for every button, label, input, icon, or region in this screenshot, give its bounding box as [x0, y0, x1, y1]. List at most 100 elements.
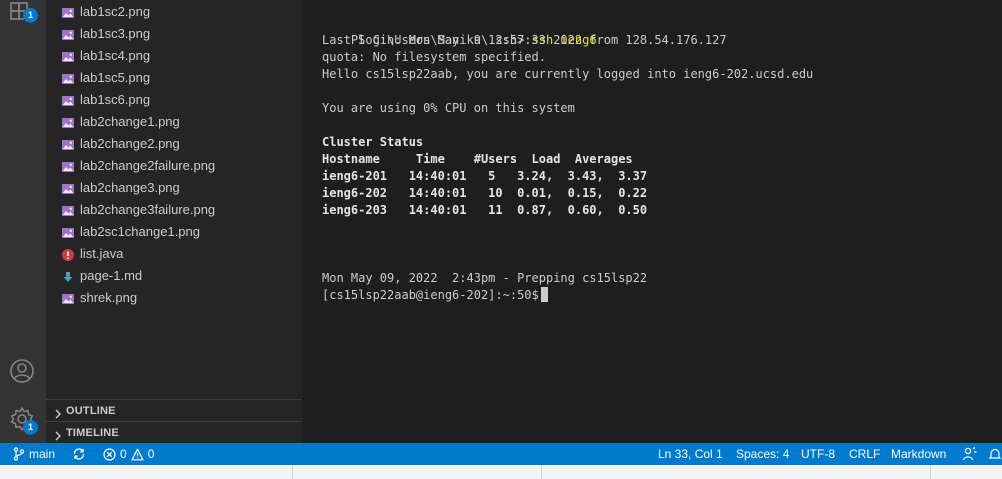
divider — [930, 465, 931, 479]
sync-button[interactable] — [72, 443, 90, 465]
file-item[interactable]: shrek.png — [46, 287, 302, 309]
file-item[interactable]: lab1sc3.png — [46, 23, 302, 45]
eol-setting[interactable]: CRLF — [849, 443, 880, 465]
notifications-button[interactable] — [988, 443, 1002, 465]
file-item[interactable]: list.java — [46, 243, 302, 265]
java-file-icon — [61, 247, 75, 261]
file-item[interactable]: lab2sc1change1.png — [46, 221, 302, 243]
error-icon — [103, 447, 116, 461]
divider — [292, 465, 293, 479]
terminal-line: ieng6-201 14:40:01 5 3.24, 3.43, 3.37 — [322, 168, 647, 185]
image-file-icon — [61, 5, 75, 19]
terminal-current-prompt: [cs15lsp22aab@ieng6-202]:~:50$ — [322, 287, 548, 304]
file-name: lab2change1.png — [80, 114, 180, 129]
file-item[interactable]: lab1sc4.png — [46, 45, 302, 67]
terminal-line-text: [cs15lsp22aab@ieng6-202]:~:50$ — [322, 288, 539, 302]
file-name: shrek.png — [80, 290, 138, 305]
terminal-line: ieng6-203 14:40:01 11 0.87, 0.60, 0.50 — [322, 202, 647, 219]
terminal-panel[interactable]: PS C:\Users\Sanika\.ssh> ssh ieng6 Last … — [302, 0, 1002, 443]
settings-badge: 1 — [23, 420, 38, 435]
image-file-icon — [61, 291, 75, 305]
extensions-badge: 1 — [23, 8, 38, 23]
cursor-position[interactable]: Ln 33, Col 1 — [658, 443, 723, 465]
terminal-line-text: Cluster Status — [322, 135, 424, 149]
file-item[interactable]: lab1sc6.png — [46, 89, 302, 111]
terminal-cursor — [540, 287, 548, 302]
file-name: lab1sc5.png — [80, 70, 151, 85]
file-name: list.java — [80, 246, 124, 261]
sync-icon — [73, 448, 85, 460]
image-file-icon — [61, 203, 75, 217]
image-file-icon — [61, 225, 75, 239]
outline-section[interactable]: OUTLINE — [46, 399, 302, 422]
terminal-line: Last login: Mon May 9 12:57:33 2022 from… — [322, 32, 727, 49]
file-item[interactable]: page-1.md — [46, 265, 302, 287]
git-branch-icon — [13, 447, 25, 461]
branch-name: main — [29, 447, 56, 461]
timeline-title: TIMELINE — [66, 427, 119, 439]
image-file-icon — [61, 181, 75, 195]
file-name: lab2change2failure.png — [80, 158, 216, 173]
terminal-line: Cluster Status — [322, 134, 423, 151]
terminal-line-text: ieng6-202 14:40:01 10 0.01, 0.15, 0.22 — [322, 186, 648, 200]
image-file-icon — [61, 49, 75, 63]
chevron-right-icon — [52, 427, 64, 441]
terminal-line: Hello cs15lsp22aab, you are currently lo… — [322, 66, 813, 83]
terminal-line-text: ieng6-203 14:40:01 11 0.87, 0.60, 0.50 — [322, 203, 648, 217]
terminal-line-text: quota: No filesystem specified. — [322, 50, 546, 64]
terminal-line-text: You are using 0% CPU on this system — [322, 101, 575, 115]
account-icon[interactable] — [8, 357, 36, 385]
terminal-line-text: Hostname Time #Users Load Averages — [322, 152, 633, 166]
terminal-line: ieng6-202 14:40:01 10 0.01, 0.15, 0.22 — [322, 185, 647, 202]
image-file-icon — [61, 137, 75, 151]
file-item[interactable]: lab2change3failure.png — [46, 199, 302, 221]
terminal-line: quota: No filesystem specified. — [322, 49, 546, 66]
bell-icon — [988, 448, 1002, 459]
file-name: lab1sc4.png — [80, 48, 151, 63]
image-file-icon — [61, 71, 75, 85]
terminal-line-text: Hello cs15lsp22aab, you are currently lo… — [322, 67, 814, 81]
language-mode[interactable]: Markdown — [891, 443, 946, 465]
terminal-line: Hostname Time #Users Load Averages — [322, 151, 633, 168]
terminal-line: You are using 0% CPU on this system — [322, 100, 575, 117]
timeline-section[interactable]: TIMELINE — [46, 421, 302, 444]
terminal-line: Mon May 09, 2022 2:43pm - Prepping cs15l… — [322, 270, 647, 287]
file-name: lab2change3.png — [80, 180, 180, 195]
file-name: lab1sc6.png — [80, 92, 151, 107]
file-name: lab2change3failure.png — [80, 202, 216, 217]
file-item[interactable]: lab2change2.png — [46, 133, 302, 155]
terminal-line-text: Last login: Mon May 9 12:57:33 2022 from… — [322, 33, 727, 47]
warning-count: 0 — [147, 447, 155, 461]
feedback-person-icon — [962, 447, 977, 461]
file-name: lab1sc2.png — [80, 4, 151, 19]
file-item[interactable]: lab1sc5.png — [46, 67, 302, 89]
file-item[interactable]: lab1sc2.png — [46, 1, 302, 23]
problems-indicator[interactable]: 0 0 — [103, 443, 154, 465]
divider — [541, 465, 542, 479]
status-bar: main 0 0 Ln 33, Col 1 Spaces: 4 UTF-8 CR… — [0, 443, 1002, 465]
file-item[interactable]: lab2change1.png — [46, 111, 302, 133]
branch-indicator[interactable]: main — [13, 443, 55, 465]
warning-icon — [131, 448, 144, 460]
file-item[interactable]: lab2change3.png — [46, 177, 302, 199]
terminal-prompt-line: PS C:\Users\Sanika\.ssh> ssh ieng6 — [322, 15, 597, 47]
file-name: page-1.md — [80, 268, 143, 283]
image-file-icon — [61, 159, 75, 173]
image-file-icon — [61, 115, 75, 129]
below-window-area — [0, 465, 1002, 479]
markdown-file-icon — [61, 269, 75, 283]
feedback-button[interactable] — [962, 443, 982, 465]
encoding-setting[interactable]: UTF-8 — [801, 443, 835, 465]
file-name: lab2sc1change1.png — [80, 224, 200, 239]
image-file-icon — [61, 27, 75, 41]
indentation-setting[interactable]: Spaces: 4 — [736, 443, 789, 465]
file-name: lab2change2.png — [80, 136, 180, 151]
explorer-sidebar: lab1sc2.png lab1sc3.png lab1sc4.png lab1sc5… — [46, 0, 302, 443]
error-count: 0 — [120, 447, 127, 461]
terminal-line-text: ieng6-201 14:40:01 5 3.24, 3.43, 3.37 — [322, 169, 648, 183]
chevron-right-icon — [52, 405, 64, 419]
image-file-icon — [61, 93, 75, 107]
file-item[interactable]: lab2change2failure.png — [46, 155, 302, 177]
terminal-line-text: Mon May 09, 2022 2:43pm - Prepping cs15l… — [322, 271, 648, 285]
outline-title: OUTLINE — [66, 405, 116, 417]
